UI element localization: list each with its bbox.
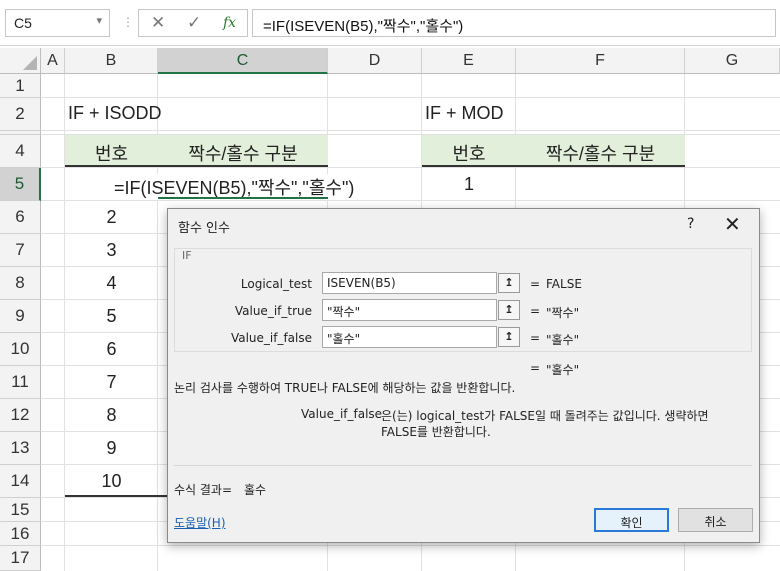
cell-b12[interactable]: 8 (65, 405, 158, 426)
name-box[interactable]: C5 ▾ (5, 9, 110, 37)
col-header-d[interactable]: D (328, 48, 422, 74)
arg-result-value-if-true: "짝수" (546, 306, 580, 320)
grid-line (41, 545, 780, 546)
collapse-dialog-icon[interactable]: ↥ (498, 300, 520, 320)
arg-result-logical-test: FALSE (546, 277, 582, 291)
formula-input[interactable]: =IF(ISEVEN(B5),"짝수","홀수") (252, 9, 776, 37)
arg-eq: = (530, 277, 541, 291)
cell-b9[interactable]: 5 (65, 306, 158, 327)
cell-e5[interactable]: 1 (422, 174, 516, 195)
row-header-4[interactable]: 4 (0, 135, 41, 168)
name-box-value: C5 (14, 15, 32, 31)
active-cell-border (158, 197, 328, 199)
arg-result-value-if-false: "홀수" (546, 333, 580, 347)
row-header-5[interactable]: 5 (0, 168, 41, 201)
arg-label-logical-test: Logical_test (240, 277, 312, 291)
col-header-c[interactable]: C (158, 48, 328, 74)
dialog-title: 함수 인수 (178, 221, 230, 236)
row-header-10[interactable]: 10 (0, 333, 41, 366)
insert-function-icon[interactable]: fx (223, 15, 236, 31)
col-header-b[interactable]: B (65, 48, 158, 74)
overall-result: "홀수" (546, 363, 580, 377)
grid-line (41, 200, 780, 201)
cancel-icon[interactable]: ✕ (151, 13, 165, 33)
help-icon[interactable]: ? (687, 216, 694, 232)
row-header-13[interactable]: 13 (0, 432, 41, 465)
row-header-11[interactable]: 11 (0, 366, 41, 399)
cell-b8[interactable]: 4 (65, 273, 158, 294)
drag-handle-icon[interactable]: ⋮ (122, 15, 134, 29)
arg-help-name: Value_if_false (301, 407, 383, 421)
overall-eq: = (530, 361, 541, 375)
close-icon[interactable]: ✕ (724, 212, 741, 236)
cell-e4[interactable]: 번호 (422, 140, 516, 166)
cell-e2[interactable]: IF + MOD (425, 103, 504, 124)
row-header-9[interactable]: 9 (0, 300, 41, 333)
col-header-e[interactable]: E (422, 48, 516, 74)
function-description: 논리 검사를 수행하여 TRUE나 FALSE에 해당하는 값을 반환합니다. (174, 381, 516, 395)
row-header-12[interactable]: 12 (0, 399, 41, 432)
col-header-g[interactable]: G (685, 48, 780, 74)
function-arguments-dialog: 함수 인수 ? ✕ IF Logical_test ISEVEN(B5) ↥ =… (167, 208, 760, 543)
row-header-16[interactable]: 16 (0, 522, 41, 546)
select-all-corner[interactable] (0, 48, 41, 74)
formula-bar: C5 ▾ ⋮ ✕ ✓ fx =IF(ISEVEN(B5),"짝수","홀수") (0, 0, 780, 46)
arg-eq: = (530, 331, 541, 345)
col-header-f[interactable]: F (516, 48, 685, 74)
cell-b13[interactable]: 9 (65, 438, 158, 459)
cell-b14[interactable]: 10 (65, 471, 158, 492)
divider (174, 465, 752, 466)
function-name: IF (180, 249, 194, 262)
row-header-1[interactable]: 1 (0, 74, 41, 98)
grid-line (41, 97, 780, 98)
col-header-a[interactable]: A (41, 48, 65, 74)
row-header-17[interactable]: 17 (0, 546, 41, 571)
cell-b7[interactable]: 3 (65, 240, 158, 261)
ok-button[interactable]: 확인 (594, 508, 669, 532)
cancel-button[interactable]: 취소 (678, 508, 753, 532)
enter-icon[interactable]: ✓ (187, 13, 201, 33)
arg-help-text-2: FALSE를 반환합니다. (381, 425, 491, 439)
cell-f4[interactable]: 짝수/홀수 구분 (516, 140, 685, 166)
chevron-down-icon[interactable]: ▾ (96, 14, 102, 27)
row-header-14[interactable]: 14 (0, 465, 41, 498)
arg-input-logical-test[interactable]: ISEVEN(B5) (322, 272, 497, 294)
row-header-15[interactable]: 15 (0, 498, 41, 522)
arg-input-value-if-false[interactable]: "홀수" (322, 326, 497, 348)
arg-label-value-if-false: Value_if_false (230, 331, 312, 345)
arg-label-value-if-true: Value_if_true (234, 304, 312, 318)
collapse-dialog-icon[interactable]: ↥ (498, 327, 520, 347)
row-header-2[interactable]: 2 (0, 98, 41, 131)
cell-b6[interactable]: 2 (65, 207, 158, 228)
grid-line (41, 130, 780, 131)
row-header-7[interactable]: 7 (0, 234, 41, 267)
arg-input-value-if-true[interactable]: "짝수" (322, 299, 497, 321)
cell-b4[interactable]: 번호 (65, 140, 158, 166)
formula-buttons: ✕ ✓ fx (138, 9, 248, 37)
formula-result-value: 홀수 (244, 483, 267, 497)
arg-eq: = (530, 304, 541, 318)
help-link[interactable]: 도움말(H) (174, 514, 226, 531)
arg-help-text-1: 은(는) logical_test가 FALSE일 때 돌려주는 값입니다. 생… (381, 409, 709, 423)
grid-line (41, 167, 780, 168)
cell-c4[interactable]: 짝수/홀수 구분 (158, 140, 328, 166)
formula-result-label: 수식 결과= (174, 483, 233, 497)
row-header-6[interactable]: 6 (0, 201, 41, 234)
collapse-dialog-icon[interactable]: ↥ (498, 273, 520, 293)
row-header-8[interactable]: 8 (0, 267, 41, 300)
cell-b11[interactable]: 7 (65, 372, 158, 393)
cell-b2[interactable]: IF + ISODD (68, 103, 162, 124)
cell-b10[interactable]: 6 (65, 339, 158, 360)
table-bottom-border (65, 495, 167, 497)
